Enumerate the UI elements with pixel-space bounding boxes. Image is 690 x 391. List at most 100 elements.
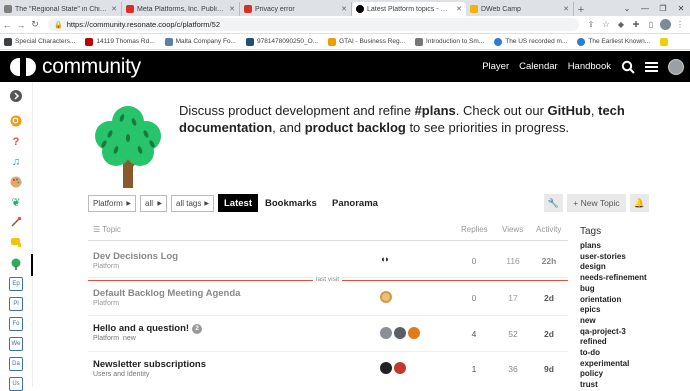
sidebar-item-tag[interactable]: Ep xyxy=(9,277,23,291)
topic-title[interactable]: Default Backlog Meeting Agenda xyxy=(93,288,240,299)
browser-tab[interactable]: Meta Platforms, Inc. Publisher ✕ xyxy=(122,2,240,16)
category-dropdown[interactable]: Platform ▶ xyxy=(88,195,136,212)
table-row[interactable]: Default Backlog Meeting Agenda Platform … xyxy=(88,282,568,316)
sidebar-item-tree-icon[interactable] xyxy=(8,256,24,272)
poster-avatar[interactable]: ◖◗ xyxy=(380,254,390,264)
topic-activity[interactable]: 9d xyxy=(534,364,564,374)
close-tab-icon[interactable]: ✕ xyxy=(452,5,462,13)
tag-link[interactable]: policy xyxy=(580,369,690,380)
hamburger-menu-icon[interactable] xyxy=(645,61,658,73)
user-avatar[interactable] xyxy=(668,58,684,75)
nav-handbook[interactable]: Handbook xyxy=(568,61,611,72)
poster-avatar[interactable] xyxy=(380,362,392,374)
sidebar-item-tag[interactable]: Us xyxy=(9,377,23,391)
sidebar-item-seedling-icon[interactable]: ❦ xyxy=(8,194,24,210)
lock-icon[interactable]: 🔒 xyxy=(54,21,63,29)
tag-link[interactable]: epics xyxy=(580,305,690,316)
table-row[interactable]: Dev Decisions Log Platform ◖◗ 0 116 22h xyxy=(88,242,568,278)
extension-icon[interactable]: ◆ xyxy=(615,19,627,31)
puzzle-icon[interactable]: ✚ xyxy=(630,19,642,31)
column-header-activity[interactable]: Activity xyxy=(536,225,561,234)
tab-bookmarks[interactable]: Bookmarks xyxy=(259,194,323,212)
sidebar-item-pointer-icon[interactable] xyxy=(8,234,24,250)
menu-icon[interactable]: ⋮ xyxy=(674,19,686,31)
tag-link[interactable]: trust xyxy=(580,380,690,391)
nav-calendar[interactable]: Calendar xyxy=(519,61,558,72)
topic-title[interactable]: Hello and a question! 2 xyxy=(93,323,203,334)
sidebar-toggle-icon[interactable] xyxy=(8,88,24,104)
topic-activity[interactable]: 2d xyxy=(534,293,564,303)
bookmark-item[interactable]: Introduction to Sm... xyxy=(415,37,484,46)
back-icon[interactable]: ← xyxy=(0,20,14,30)
sidebar-item-tag[interactable]: Da xyxy=(9,357,23,371)
close-tab-icon[interactable]: ✕ xyxy=(225,5,235,13)
tag-link[interactable]: orientation xyxy=(580,295,690,306)
close-window-icon[interactable]: ✕ xyxy=(672,4,690,13)
topic-category[interactable]: Platform xyxy=(93,300,119,307)
tags-dropdown[interactable]: all tags ▶ xyxy=(171,195,214,212)
table-row[interactable]: Newsletter subscriptions Users and Ident… xyxy=(88,352,568,387)
table-row[interactable]: Hello and a question! 2 Platform new 4 52… xyxy=(88,316,568,352)
topic-category[interactable]: Users and Identity xyxy=(93,371,149,378)
close-tab-icon[interactable]: ✕ xyxy=(559,5,569,13)
browser-tab-active[interactable]: Latest Platform topics - Resonate ✕ xyxy=(352,2,466,16)
column-header-replies[interactable]: Replies xyxy=(461,225,488,234)
topic-category[interactable]: Platform xyxy=(93,335,119,342)
new-topic-button[interactable]: + New Topic xyxy=(567,194,626,212)
sidebar-item-tag[interactable]: Fo xyxy=(9,317,23,331)
tag-link[interactable]: plans xyxy=(580,241,690,252)
bookmark-item[interactable]: GTAI - Business Reg... xyxy=(328,37,405,46)
close-tab-icon[interactable]: ✕ xyxy=(107,5,117,13)
star-icon[interactable]: ☆ xyxy=(600,19,612,31)
bookmark-item-extension[interactable] xyxy=(660,37,671,46)
tag-link[interactable]: design xyxy=(580,262,690,273)
poster-avatar[interactable] xyxy=(380,327,392,339)
unread-count-badge[interactable]: 2 xyxy=(192,323,203,334)
sidebar-item-palette-icon[interactable] xyxy=(8,174,24,190)
browser-tab[interactable]: Privacy error ✕ xyxy=(240,2,352,16)
url-input[interactable]: 🔒 https://community.resonate.coop/c/plat… xyxy=(48,18,579,31)
tag-link[interactable]: refined xyxy=(580,337,690,348)
tab-latest[interactable]: Latest xyxy=(218,194,258,212)
tab-search-icon[interactable]: ⌄ xyxy=(618,4,636,13)
tag-link[interactable]: user-stories xyxy=(580,252,690,263)
topic-tag[interactable]: new xyxy=(123,335,136,342)
bookmark-item[interactable]: The US recorded m... xyxy=(494,37,567,46)
product-backlog-link[interactable]: product backlog xyxy=(305,120,406,135)
sidebar-item-search[interactable] xyxy=(8,113,24,129)
topic-title[interactable]: Newsletter subscriptions xyxy=(93,359,206,370)
sidebar-item-music-icon[interactable]: ♫ xyxy=(8,154,24,170)
search-icon[interactable] xyxy=(621,60,635,74)
bookmark-item[interactable]: Malta Company Fo... xyxy=(164,37,236,46)
bookmark-item[interactable]: The Earliest Known... xyxy=(577,37,650,46)
share-icon[interactable]: ⇪ xyxy=(585,19,597,31)
topic-title[interactable]: Dev Decisions Log xyxy=(93,251,178,262)
tag-link[interactable]: qa-project-3 xyxy=(580,327,690,338)
plans-link[interactable]: #plans xyxy=(415,103,456,118)
topic-activity[interactable]: 2d xyxy=(534,329,564,339)
tag-link[interactable]: experimental xyxy=(580,359,690,370)
home-logo[interactable]: community xyxy=(10,55,141,79)
sidebar-item-tag[interactable]: We xyxy=(9,337,23,351)
column-header-topic[interactable]: ☰ Topic xyxy=(93,225,121,234)
sidebar-item-tag[interactable]: Pl xyxy=(9,297,23,311)
topic-category[interactable]: Platform xyxy=(93,263,119,270)
sidepanel-icon[interactable]: ▯ xyxy=(645,19,657,31)
poster-avatar[interactable] xyxy=(394,327,406,339)
tab-panorama[interactable]: Panorama xyxy=(326,194,384,212)
browser-tab[interactable]: DWeb Camp ✕ xyxy=(466,2,574,16)
bookmark-item[interactable]: Special Characters... xyxy=(4,37,75,46)
forward-icon[interactable]: → xyxy=(14,20,28,30)
sidebar-item-wand-icon[interactable] xyxy=(8,214,24,230)
tag-link[interactable]: bug xyxy=(580,284,690,295)
topic-activity[interactable]: 22h xyxy=(534,256,564,266)
bookmark-item[interactable]: 14119 Thomas Rd... xyxy=(85,37,155,46)
new-tab-icon[interactable]: + xyxy=(574,4,588,16)
poster-avatar[interactable] xyxy=(380,291,392,303)
poster-avatar[interactable] xyxy=(408,327,420,339)
browser-tab[interactable]: The "Regional State" in Chile's ✕ xyxy=(0,2,122,16)
bell-icon[interactable]: 🔔 xyxy=(630,194,649,212)
tag-link[interactable]: new xyxy=(580,316,690,327)
wrench-icon[interactable]: 🔧 xyxy=(544,194,563,212)
tag-link[interactable]: to-do xyxy=(580,348,690,359)
